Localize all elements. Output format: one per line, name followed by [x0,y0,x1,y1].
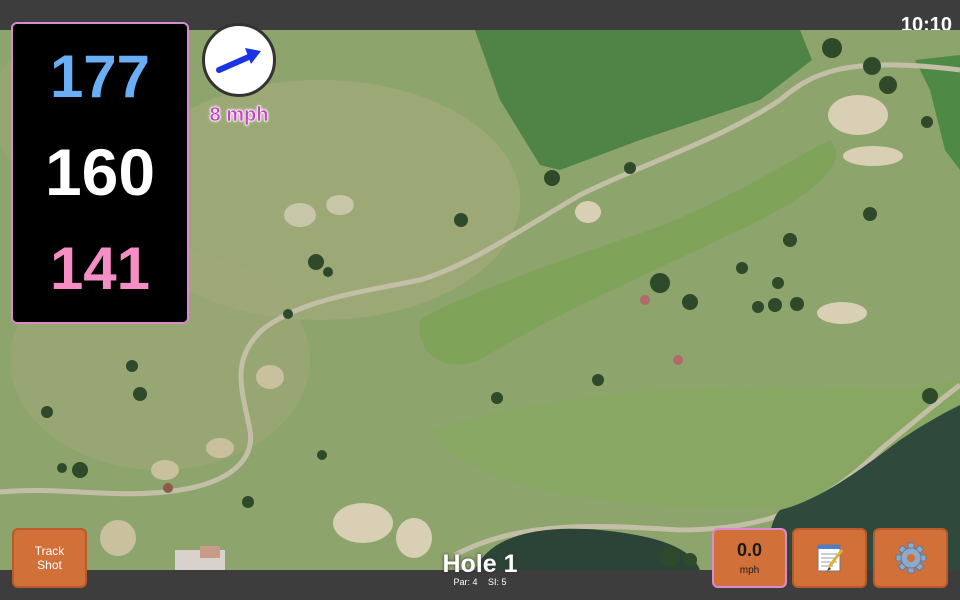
speed-value: 0.0 [736,540,763,560]
front-distance: 141 [49,235,151,302]
hole-title: Hole 1 [442,550,518,578]
center-distance: 160 [44,135,156,209]
distance-panel: 177 160 141 [11,22,189,324]
wind-arrow-icon [216,48,261,73]
hole-info: Par: 4 SI: 5 [380,577,580,587]
track-shot-label-line2: Shot [37,558,62,572]
track-shot-button[interactable]: Track Shot [12,528,87,588]
wind-speed-label: 8 mph [209,104,269,127]
settings-button[interactable] [873,528,948,588]
hole-stroke-index: SI: 5 [488,577,507,587]
back-distance: 177 [49,43,151,110]
speed-unit: mph [739,565,760,576]
gear-icon [895,542,926,574]
notepad-icon [817,544,843,572]
track-shot-label-line1: Track [34,544,65,558]
speed-button[interactable]: 0.0 mph [712,528,787,588]
hole-par: Par: 4 [453,577,478,587]
golf-gps-screen: 10:10 177 160 141 8 mph Track Shot Hole … [0,0,960,600]
notes-button[interactable] [792,528,867,588]
wind-direction-dial [202,23,276,97]
